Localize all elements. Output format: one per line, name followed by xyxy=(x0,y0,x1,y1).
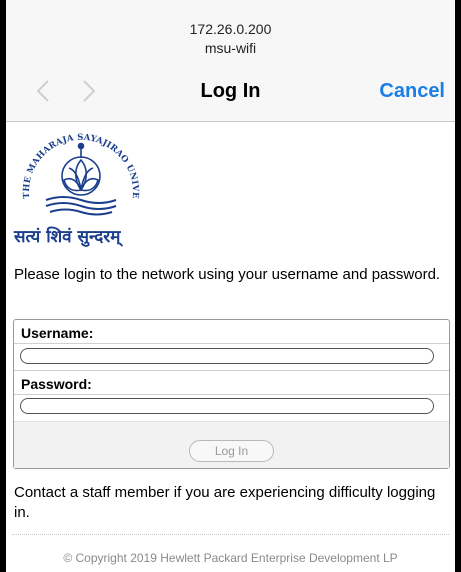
divider xyxy=(14,394,449,395)
svg-text:THE MAHARAJA SAYAJIRAO UNIVERS: THE MAHARAJA SAYAJIRAO UNIVERSITY OF BAR… xyxy=(12,124,140,199)
button-row: Log In xyxy=(14,421,449,468)
divider xyxy=(14,343,449,344)
portal-content: THE MAHARAJA SAYAJIRAO UNIVERSITY OF BAR… xyxy=(8,117,450,565)
copyright-text: © Copyright 2019 Hewlett Packard Enterpr… xyxy=(63,551,398,565)
footer-divider xyxy=(12,534,449,535)
top-navigation-bar: 172.26.0.200 msu-wifi Log In Cancel xyxy=(0,0,461,122)
network-ssid: msu-wifi xyxy=(204,40,257,56)
help-text: Contact a staff member if you are experi… xyxy=(14,484,436,521)
captive-portal-window: 172.26.0.200 msu-wifi Log In Cancel THE … xyxy=(0,0,461,572)
password-label: Password: xyxy=(21,376,92,392)
divider xyxy=(14,370,449,371)
university-motto: सत्यं शिवं सुन्दरम् xyxy=(14,227,121,247)
password-field[interactable] xyxy=(20,398,434,414)
login-button[interactable]: Log In xyxy=(189,440,274,462)
university-logo: THE MAHARAJA SAYAJIRAO UNIVERSITY OF BAR… xyxy=(8,117,150,260)
username-label: Username: xyxy=(21,325,94,341)
cancel-button[interactable]: Cancel xyxy=(379,78,445,104)
username-field[interactable] xyxy=(20,348,434,364)
login-form: Username: Password: Log In xyxy=(13,319,450,469)
host-address: 172.26.0.200 xyxy=(189,21,272,37)
university-seal-icon: THE MAHARAJA SAYAJIRAO UNIVERSITY OF BAR… xyxy=(8,117,140,216)
intro-text: Please login to the network using your u… xyxy=(14,266,441,283)
